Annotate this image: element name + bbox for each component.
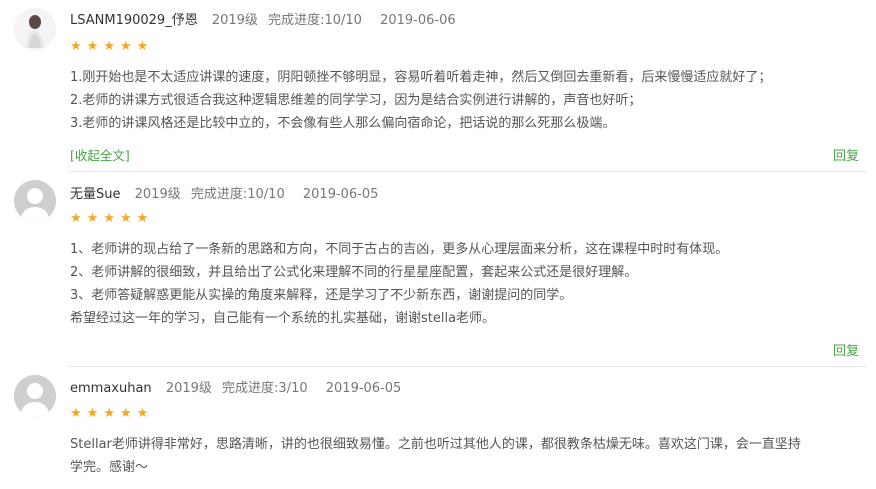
review-meta: 无量Sue 2019级 完成进度:10/10 2019-06-05 bbox=[70, 183, 378, 202]
review-content: Stellar老师讲得非常好，思路清晰，讲的也很细致易懂。之前也听过其他人的课，… bbox=[70, 433, 846, 479]
person-photo-icon bbox=[14, 8, 56, 50]
progress-label: 完成进度:3/10 bbox=[222, 381, 308, 396]
review-line: 希望经过这一年的学习，自己能有一个系统的扎实基础，谢谢stella老师。 bbox=[70, 311, 496, 326]
review-date: 2019-06-05 bbox=[302, 187, 379, 202]
grade-label: 2019级 bbox=[165, 381, 212, 396]
review-line: 3、老师答疑解惑更能从实操的角度来解释，还是学习了不少新东西，谢谢提问的同学。 bbox=[70, 288, 573, 303]
star-icon: ★ bbox=[103, 406, 115, 421]
progress-label: 完成进度:10/10 bbox=[268, 13, 362, 28]
review-line: 1、老师讲的现占给了一条新的思路和方向，不同于古占的吉凶，更多从心理层面来分析，… bbox=[70, 242, 729, 257]
reply-button[interactable]: 回复 bbox=[833, 340, 859, 359]
review-meta: emmaxuhan 2019级 完成进度:3/10 2019-06-05 bbox=[70, 377, 401, 396]
star-icon: ★ bbox=[70, 211, 82, 226]
review-line: 1.刚开始也是不太适应讲课的速度，阴阳顿挫不够明显，容易听着听着走神，然后又倒回… bbox=[70, 70, 772, 85]
progress-label: 完成进度:10/10 bbox=[190, 187, 285, 202]
star-icon: ★ bbox=[86, 211, 99, 226]
star-icon: ★ bbox=[103, 39, 115, 54]
username[interactable]: LSANM190029_伃恩 bbox=[70, 13, 198, 28]
username[interactable]: emmaxuhan bbox=[70, 381, 152, 396]
review-line: 2、老师讲解的很细致，并且给出了公式化来理解不同的行星星座配置，套起来公式还是很… bbox=[70, 265, 638, 280]
review-item: LSANM190029_伃恩 2019级 完成进度:10/10 2019-06-… bbox=[0, 0, 876, 172]
review-line: 学完。感谢～ bbox=[70, 460, 149, 475]
review-content: 1.刚开始也是不太适应讲课的速度，阴阳顿挫不够明显，容易听着听着走神，然后又倒回… bbox=[70, 66, 846, 135]
star-icon: ★ bbox=[119, 406, 132, 421]
review-content: 1、老师讲的现占给了一条新的思路和方向，不同于古占的吉凶，更多从心理层面来分析，… bbox=[70, 238, 846, 330]
review-date: 2019-06-06 bbox=[380, 13, 456, 28]
avatar[interactable] bbox=[14, 180, 56, 222]
review-line: 3.老师的讲课风格还是比较中立的，不会像有些人那么偏向宿命论，把话说的那么死那么… bbox=[70, 116, 616, 131]
review-item: 无量Sue 2019级 完成进度:10/10 2019-06-05 ★ ★ ★ … bbox=[0, 172, 876, 367]
star-rating: ★ ★ ★ ★ ★ bbox=[70, 40, 148, 53]
grade-label: 2019级 bbox=[211, 13, 258, 28]
star-icon: ★ bbox=[136, 211, 149, 226]
star-icon: ★ bbox=[136, 406, 149, 421]
grade-label: 2019级 bbox=[134, 187, 181, 202]
star-rating: ★ ★ ★ ★ ★ bbox=[70, 212, 148, 225]
star-icon: ★ bbox=[86, 406, 99, 421]
review-meta: LSANM190029_伃恩 2019级 完成进度:10/10 2019-06-… bbox=[70, 9, 456, 28]
review-date: 2019-06-05 bbox=[325, 381, 402, 396]
collapse-full-text-link[interactable]: [收起全文] bbox=[70, 145, 130, 164]
star-icon: ★ bbox=[119, 39, 132, 54]
avatar[interactable] bbox=[14, 8, 56, 50]
star-icon: ★ bbox=[103, 211, 115, 226]
review-line: Stellar老师讲得非常好，思路清晰，讲的也很细致易懂。之前也听过其他人的课，… bbox=[70, 437, 801, 452]
username[interactable]: 无量Sue bbox=[70, 187, 121, 202]
review-line: 2.老师的讲课方式很适合我这种逻辑思维差的同学学习，因为是结合实例进行讲解的，声… bbox=[70, 93, 642, 108]
default-avatar-icon bbox=[14, 180, 56, 222]
star-icon: ★ bbox=[70, 39, 82, 54]
review-item: emmaxuhan 2019级 完成进度:3/10 2019-06-05 ★ ★… bbox=[0, 367, 876, 489]
reply-button[interactable]: 回复 bbox=[833, 145, 859, 164]
default-avatar-icon bbox=[14, 375, 56, 417]
star-icon: ★ bbox=[119, 211, 132, 226]
star-rating: ★ ★ ★ ★ ★ bbox=[70, 407, 148, 420]
star-icon: ★ bbox=[70, 406, 82, 421]
avatar[interactable] bbox=[14, 375, 56, 417]
star-icon: ★ bbox=[86, 39, 99, 54]
star-icon: ★ bbox=[136, 39, 149, 54]
